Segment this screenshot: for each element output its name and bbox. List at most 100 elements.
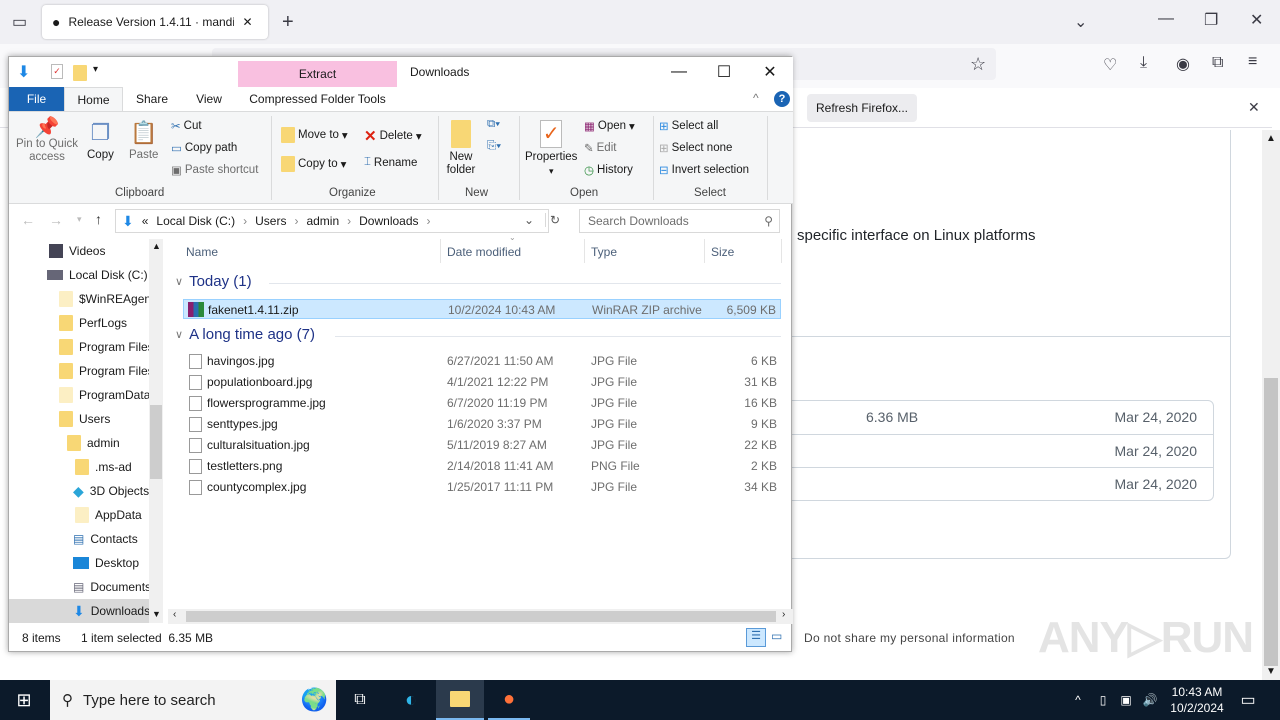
column-header-date-modified[interactable]: Date modified [447,245,521,259]
properties-button[interactable]: ✓ Properties ▾ [525,120,577,177]
refresh-firefox-button[interactable]: Refresh Firefox... [807,94,917,122]
file-row[interactable]: populationboard.jpg 4/1/2021 12:22 PM JPG … [183,372,781,392]
group-header-today[interactable]: ∨ Today (1) [175,273,252,290]
address-dropdown-icon[interactable]: ⌄ [524,213,534,227]
extensions-icon[interactable]: ⧉ [1212,54,1223,72]
new-tab-icon[interactable]: + [282,11,294,34]
rename-button[interactable]: ⌶ Rename [364,156,417,169]
file-row[interactable]: havingos.jpg 6/27/2021 11:50 AM JPG File 6 … [183,351,781,371]
account-icon[interactable]: ◉ [1176,54,1190,74]
customize-toolbar-icon[interactable]: ▾ [93,64,98,75]
nav-item-downloads[interactable]: ⬇ Downloads [9,599,163,623]
close-button[interactable]: ✕ [747,57,793,87]
copy-to-button[interactable]: Copy to ▾ [281,156,346,172]
edit-button[interactable]: ✎ Edit [584,141,616,155]
taskbar-search[interactable]: ⚲ Type here to search 🌍 [50,680,336,720]
invert-selection-button[interactable]: ⊟ Invert selection [659,163,749,177]
help-icon[interactable]: ? [774,91,790,107]
minimize-button[interactable]: — [656,57,702,87]
select-none-button[interactable]: ⊞ Select none [659,141,732,155]
close-notification-icon[interactable]: ✕ [1248,99,1260,116]
file-row[interactable]: senttypes.jpg 1/6/2020 3:37 PM JPG File 9 K… [183,414,781,434]
nav-scrollbar-thumb[interactable] [150,405,162,479]
column-header-name[interactable]: Name [186,245,218,259]
page-scrollbar-thumb[interactable] [1264,378,1278,666]
column-divider[interactable] [704,239,705,263]
tab-file[interactable]: File [9,87,64,111]
quick-access-download-icon[interactable]: ⬇ [17,62,30,82]
select-all-button[interactable]: ⊞ Select all [659,119,718,133]
nav-item-videos[interactable]: Videos [49,239,163,263]
nav-scroll-down-icon[interactable]: ▼ [152,609,161,619]
tab-compressed-folder-tools[interactable]: Compressed Folder Tools [238,87,397,111]
new-item-button[interactable]: ⧉▾ [487,118,500,131]
minimize-icon[interactable]: — [1158,10,1174,28]
new-folder-button[interactable]: New folder [445,120,477,177]
nav-item-users[interactable]: Users [59,407,163,431]
scroll-left-icon[interactable]: ‹ [173,609,176,620]
downloads-icon[interactable]: ⤓ [1140,54,1147,72]
task-view-icon[interactable]: ⧉ [340,680,380,720]
history-button[interactable]: ◷ History [584,163,633,177]
extract-context-tab[interactable]: Extract [238,61,397,87]
bookmark-star-icon[interactable]: ☆ [970,54,986,75]
cut-button[interactable]: ✂ Cut [171,119,202,133]
refresh-icon[interactable]: ↻ [545,213,560,227]
breadcrumb-item[interactable]: Downloads [359,214,418,228]
meet-now-icon[interactable]: ▯ [1094,680,1112,720]
maximize-button[interactable]: ☐ [701,57,747,87]
scroll-right-icon[interactable]: › [782,609,785,620]
privacy-link[interactable]: Do not share my personal information [804,631,1015,645]
large-icons-view-icon[interactable]: ▭ [771,629,782,643]
asset-row[interactable]: Mar 24, 2020 [781,468,1213,502]
volume-icon[interactable]: 🔊 [1140,680,1160,720]
nav-item-programdata[interactable]: ProgramData [59,383,163,407]
breadcrumb-item[interactable]: Users [255,214,286,228]
breadcrumb-item[interactable]: admin [306,214,339,228]
nav-item-local-disk[interactable]: Local Disk (C:) [47,263,163,287]
column-divider[interactable] [781,239,782,263]
search-input[interactable]: Search Downloads ⚲ [579,209,780,233]
horizontal-scrollbar-thumb[interactable] [186,611,776,622]
close-window-icon[interactable]: ✕ [1250,10,1263,30]
show-hidden-icons-chevron-icon[interactable]: ^ [1070,680,1086,720]
tab-share[interactable]: Share [127,87,177,111]
pocket-icon[interactable]: ♡ [1103,55,1117,75]
network-icon[interactable]: ▣ [1117,680,1135,720]
nav-item-program-files[interactable]: Program Files [59,335,163,359]
file-explorer-taskbar-icon[interactable] [436,680,484,720]
edge-icon[interactable]: ◐ [390,680,432,720]
column-divider[interactable] [440,239,441,263]
up-icon[interactable]: ↑ [95,211,102,227]
firefox-taskbar-icon[interactable]: ● [488,680,530,720]
nav-item-perflogs[interactable]: PerfLogs [59,311,163,335]
notifications-icon[interactable]: ▭ [1236,680,1260,720]
file-row[interactable]: testletters.png 2/14/2018 11:41 AM PNG Fil… [183,456,781,476]
file-row[interactable]: countycomplex.jpg 1/25/2017 11:11 PM JPG F… [183,477,781,497]
close-tab-icon[interactable]: ✕ [242,15,252,29]
scroll-up-icon[interactable]: ▲ [1266,133,1276,144]
collapse-ribbon-icon[interactable]: ^ [753,91,759,105]
forward-icon[interactable]: → [49,212,63,228]
list-all-tabs-icon[interactable]: ⌄ [1074,12,1087,32]
column-header-type[interactable]: Type [591,245,617,259]
file-row[interactable]: flowersprogramme.jpg 6/7/2020 11:19 PM JPG… [183,393,781,413]
pin-quick-access-button[interactable]: 📌 Pin to Quick access [15,118,79,164]
move-to-button[interactable]: Move to ▾ [281,127,348,143]
column-header-size[interactable]: Size [711,245,734,259]
file-row[interactable]: fakenet1.4.11.zip 10/2/2024 10:43 AM Win… [183,299,781,319]
browser-tab[interactable]: ● Release Version 1.4.11 · mandiant ✕ [42,5,268,39]
nav-item-winreagent[interactable]: $WinREAgent [59,287,163,311]
details-view-icon[interactable]: ☰ [746,628,766,647]
group-header-long-ago[interactable]: ∨ A long time ago (7) [175,326,315,343]
new-folder-quick-icon[interactable] [73,65,87,81]
back-icon[interactable]: ← [21,212,35,228]
copy-path-button[interactable]: ▭ Copy path [171,141,237,155]
tab-home[interactable]: Home [64,87,123,111]
open-button[interactable]: ▦ Open ▾ [584,119,635,133]
paste-button[interactable]: 📋 Paste [129,120,158,161]
scroll-down-icon[interactable]: ▼ [1266,666,1276,677]
file-row[interactable]: culturalsituation.jpg 5/11/2019 8:27 AM JP… [183,435,781,455]
asset-row[interactable]: 6.36 MB Mar 24, 2020 [781,401,1213,435]
menu-icon[interactable]: ≡ [1248,53,1257,71]
